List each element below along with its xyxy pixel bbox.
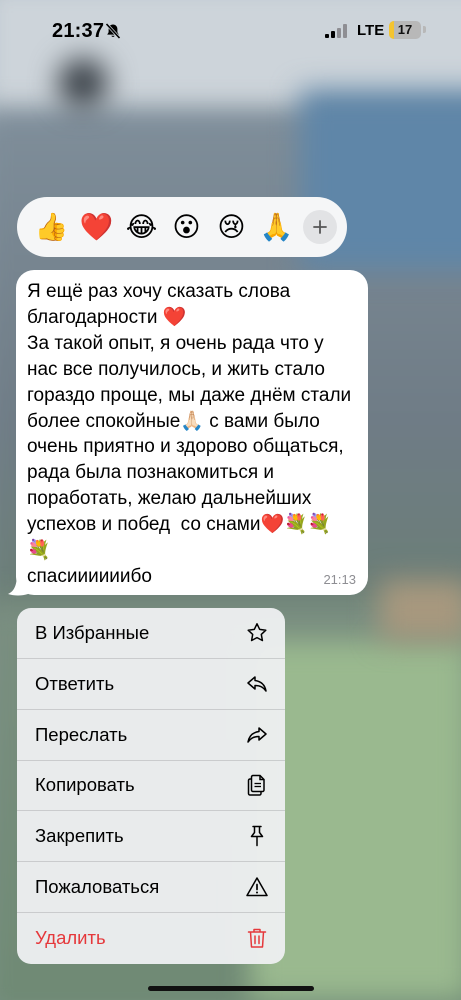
- more-reactions-button[interactable]: [303, 210, 337, 244]
- battery-cap: [423, 26, 426, 33]
- reaction-surprised-icon[interactable]: 😮: [164, 207, 209, 247]
- menu-item-delete[interactable]: Удалить: [17, 913, 285, 964]
- reaction-tears-of-joy-icon[interactable]: 😂: [119, 207, 164, 247]
- network-type: LTE: [357, 22, 385, 39]
- menu-item-copy[interactable]: Копировать: [17, 761, 285, 812]
- message-time: 21:13: [323, 572, 356, 587]
- reaction-thumbs-up-icon[interactable]: 👍: [29, 207, 74, 247]
- menu-item-label: Пожаловаться: [35, 876, 160, 898]
- battery-icon: 17: [389, 21, 421, 39]
- message-bubble[interactable]: Я ещё раз хочу сказать слова благодарнос…: [16, 270, 368, 595]
- copy-icon: [245, 773, 269, 797]
- menu-item-pin[interactable]: Закрепить: [17, 811, 285, 863]
- menu-item-label: Удалить: [35, 927, 106, 949]
- plus-icon: [313, 220, 327, 234]
- menu-item-reply[interactable]: Ответить: [17, 659, 285, 710]
- reactions-bar: 👍 ❤️ 😂 😮 😢 🙏: [17, 197, 347, 257]
- menu-item-favorites[interactable]: В Избранные: [17, 608, 285, 659]
- reaction-heart-icon[interactable]: ❤️: [74, 207, 119, 247]
- menu-item-forward[interactable]: Переслать: [17, 710, 285, 761]
- menu-item-label: Копировать: [35, 774, 135, 796]
- reply-icon: [245, 672, 269, 696]
- status-time: 21:37: [52, 20, 105, 42]
- trash-icon: [245, 926, 269, 950]
- reaction-folded-hands-icon[interactable]: 🙏: [254, 207, 299, 247]
- silent-bell-icon: [105, 22, 121, 40]
- menu-item-report[interactable]: Пожаловаться: [17, 862, 285, 914]
- menu-item-label: Переслать: [35, 723, 128, 745]
- message-context-menu: В Избранные Ответить Переслать Копироват…: [17, 608, 285, 964]
- cellular-signal-icon: [325, 24, 347, 38]
- reaction-crying-icon[interactable]: 😢: [209, 207, 254, 247]
- menu-item-label: В Избранные: [35, 621, 150, 643]
- menu-item-label: Ответить: [35, 672, 115, 694]
- status-bar: 21:37 LTE 17: [0, 0, 461, 62]
- message-text: Я ещё раз хочу сказать слова благодарнос…: [27, 281, 352, 587]
- forward-icon: [245, 723, 269, 747]
- battery-level: 17: [397, 22, 413, 37]
- star-icon: [245, 621, 269, 645]
- warning-icon: [245, 875, 269, 899]
- home-indicator[interactable]: [148, 986, 314, 991]
- pin-icon: [245, 824, 269, 848]
- menu-item-label: Закрепить: [35, 825, 124, 847]
